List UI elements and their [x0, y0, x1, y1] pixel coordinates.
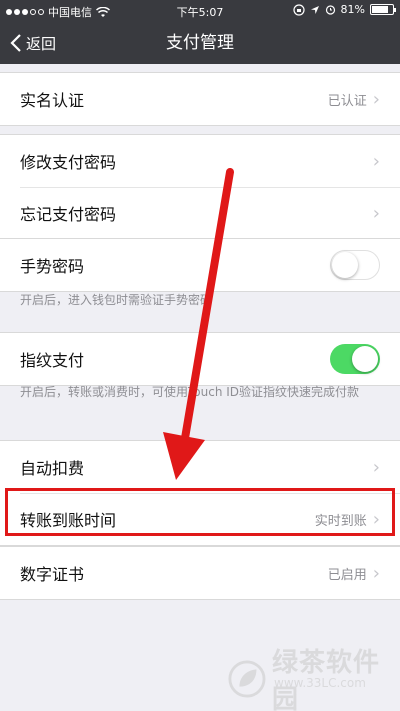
chevron-right-icon: ›: [372, 150, 380, 172]
group-password: 修改支付密码 › 忘记支付密码 ›: [0, 134, 400, 240]
chevron-right-icon: ›: [372, 202, 380, 224]
leaf-logo-icon: [228, 660, 266, 698]
fingerprint-note: 开启后，转账或消费时，可使用Touch ID验证指纹快速完成付款: [20, 385, 360, 399]
rotation-lock-icon: [292, 3, 305, 16]
row-value: 已认证: [327, 93, 367, 109]
chevron-right-icon: ›: [372, 88, 380, 110]
row-label: 实名认证: [20, 91, 85, 110]
row-change-password[interactable]: 修改支付密码 ›: [0, 135, 400, 187]
watermark-url: www.33LC.com: [274, 676, 366, 690]
row-label: 手势密码: [20, 257, 85, 276]
group-gesture: 手势密码: [0, 238, 400, 292]
row-label: 自动扣费: [20, 459, 85, 478]
group-verification: 实名认证 已认证 ›: [0, 72, 400, 126]
group-certificate: 数字证书 已启用 ›: [0, 546, 400, 600]
chevron-right-icon: ›: [372, 456, 380, 478]
row-real-name[interactable]: 实名认证 已认证 ›: [0, 73, 400, 125]
status-bar: 中国电信 下午5:07 81%: [0, 0, 400, 22]
row-label: 忘记支付密码: [20, 205, 117, 224]
page-title: 支付管理: [166, 33, 234, 53]
row-label: 数字证书: [20, 565, 85, 584]
row-auto-deduct[interactable]: 自动扣费 ›: [0, 441, 400, 493]
battery-fill: [372, 6, 389, 13]
row-label: 指纹支付: [20, 351, 85, 370]
gesture-note: 开启后，进入钱包时需验证手势密码: [20, 293, 213, 307]
row-digital-cert[interactable]: 数字证书 已启用 ›: [0, 547, 400, 599]
fingerprint-toggle[interactable]: [330, 344, 380, 374]
status-right: 81%: [292, 3, 396, 16]
location-icon: [310, 5, 319, 14]
battery-icon: [370, 4, 396, 15]
chevron-right-icon: ›: [372, 562, 380, 584]
gesture-toggle[interactable]: [330, 250, 380, 280]
group-fingerprint: 指纹支付: [0, 332, 400, 386]
row-gesture-password: 手势密码: [0, 239, 400, 291]
watermark: 绿茶软件园 www.33LC.com: [228, 642, 400, 711]
row-fingerprint-pay: 指纹支付: [0, 333, 400, 385]
row-forgot-password[interactable]: 忘记支付密码 ›: [0, 187, 400, 239]
row-value: 已启用: [327, 567, 367, 583]
nav-bar: 返回 支付管理: [0, 22, 400, 64]
battery-percent: 81%: [340, 3, 365, 16]
row-label: 修改支付密码: [20, 153, 117, 172]
alarm-icon: [325, 5, 335, 15]
highlight-box: [5, 488, 395, 536]
